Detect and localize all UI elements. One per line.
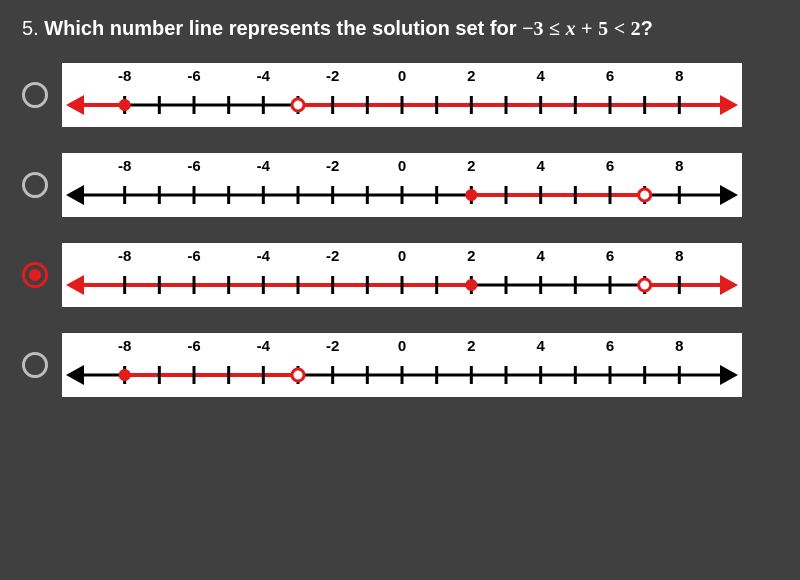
ineq-p0: −3 <box>522 18 543 40</box>
svg-text:0: 0 <box>398 338 406 355</box>
svg-text:-2: -2 <box>326 248 339 265</box>
svg-text:-4: -4 <box>257 158 271 175</box>
number-line-svg: -8 -6 -4 -2 0 2 4 6 8 <box>62 243 742 307</box>
ineq-p4: 5 <box>598 18 608 40</box>
ineq-p1: ≤ <box>549 18 560 40</box>
svg-text:0: 0 <box>398 248 406 265</box>
svg-text:-2: -2 <box>326 338 339 355</box>
svg-text:2: 2 <box>467 338 475 355</box>
ineq-p2: x <box>566 18 576 40</box>
question-suffix: ? <box>641 18 653 40</box>
svg-text:-8: -8 <box>118 158 131 175</box>
ineq-p3: + <box>581 18 592 40</box>
svg-text:2: 2 <box>467 248 475 265</box>
ineq-p6: 2 <box>631 18 641 40</box>
svg-text:8: 8 <box>675 68 683 85</box>
svg-text:-6: -6 <box>187 158 200 175</box>
svg-text:4: 4 <box>536 68 545 85</box>
option-row[interactable]: -8 -6 -4 -2 0 2 4 6 8 <box>22 333 778 397</box>
ineq-p5: < <box>614 18 625 40</box>
number-line: -8 -6 -4 -2 0 2 4 6 8 <box>62 153 742 217</box>
question-text: 5. Which number line represents the solu… <box>22 18 778 41</box>
radio-button[interactable] <box>22 262 48 288</box>
svg-text:6: 6 <box>606 248 614 265</box>
question-prefix: Which number line represents the solutio… <box>44 18 522 40</box>
question-number: 5. <box>22 18 39 40</box>
svg-text:-8: -8 <box>118 338 131 355</box>
svg-text:4: 4 <box>536 158 545 175</box>
svg-text:2: 2 <box>467 68 475 85</box>
svg-text:2: 2 <box>467 158 475 175</box>
svg-text:8: 8 <box>675 338 683 355</box>
number-line-svg: -8 -6 -4 -2 0 2 4 6 8 <box>62 333 742 397</box>
svg-text:4: 4 <box>536 248 545 265</box>
svg-text:8: 8 <box>675 158 683 175</box>
svg-text:8: 8 <box>675 248 683 265</box>
svg-text:-6: -6 <box>187 248 200 265</box>
svg-text:6: 6 <box>606 338 614 355</box>
options-container: -8-6-4-202468-8-6-4-202468-8-6-4-202468-… <box>22 63 778 397</box>
radio-button[interactable] <box>22 352 48 378</box>
svg-text:4: 4 <box>536 338 545 355</box>
svg-text:-4: -4 <box>257 68 271 85</box>
number-line-svg: -8 -6 -4 -2 0 2 4 6 8 <box>62 153 742 217</box>
svg-text:6: 6 <box>606 158 614 175</box>
option-row[interactable]: -8 -6 -4 -2 0 2 4 6 8 <box>22 243 778 307</box>
option-row[interactable]: -8 -6 -4 -2 0 2 4 6 8 <box>22 153 778 217</box>
svg-text:0: 0 <box>398 158 406 175</box>
number-line: -8 -6 -4 -2 0 2 4 6 8 <box>62 63 742 127</box>
number-line: -8 -6 -4 -2 0 2 4 6 8 <box>62 333 742 397</box>
option-row[interactable]: -8 -6 -4 -2 0 2 4 6 8 <box>22 63 778 127</box>
svg-text:0: 0 <box>398 68 406 85</box>
svg-text:-4: -4 <box>257 248 271 265</box>
svg-text:-2: -2 <box>326 158 339 175</box>
svg-text:-8: -8 <box>118 68 131 85</box>
svg-text:-6: -6 <box>187 68 200 85</box>
svg-text:6: 6 <box>606 68 614 85</box>
number-line-svg: -8 -6 -4 -2 0 2 4 6 8 <box>62 63 742 127</box>
radio-button[interactable] <box>22 82 48 108</box>
number-line: -8 -6 -4 -2 0 2 4 6 8 <box>62 243 742 307</box>
svg-text:-2: -2 <box>326 68 339 85</box>
svg-text:-6: -6 <box>187 338 200 355</box>
svg-text:-4: -4 <box>257 338 271 355</box>
svg-text:-8: -8 <box>118 248 131 265</box>
radio-button[interactable] <box>22 172 48 198</box>
